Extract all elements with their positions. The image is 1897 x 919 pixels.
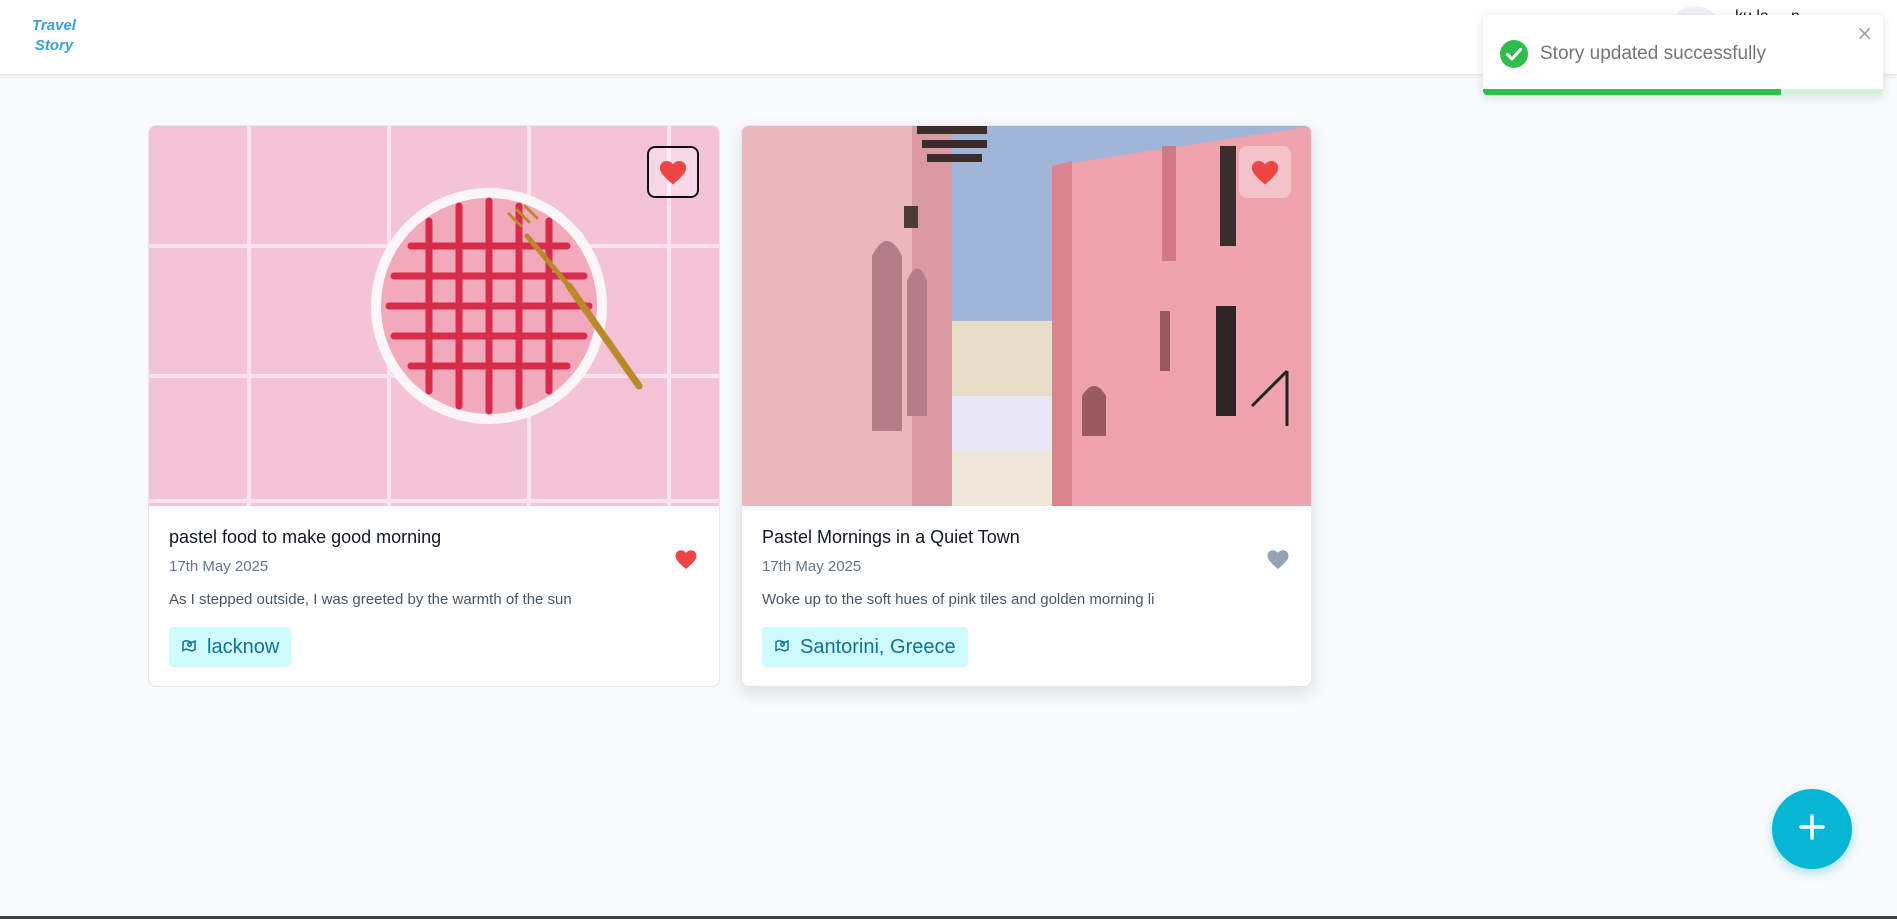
story-date: 17th May 2025 xyxy=(762,558,862,575)
story-image[interactable] xyxy=(742,126,1311,506)
logo[interactable]: Travel Story xyxy=(24,16,84,56)
favourite-toggle-button[interactable] xyxy=(647,146,699,198)
story-card-body: pastel food to make good morning 17th Ma… xyxy=(169,506,699,686)
location-label: lacknow xyxy=(207,635,280,658)
favourite-toggle-button[interactable] xyxy=(1239,146,1291,198)
location-chip[interactable]: Santorini, Greece xyxy=(762,627,968,667)
heart-icon xyxy=(1266,548,1290,574)
heart-icon xyxy=(1250,158,1280,186)
story-card[interactable]: Pastel Mornings in a Quiet Town 17th May… xyxy=(741,125,1312,687)
heart-icon xyxy=(658,158,688,186)
plus-icon xyxy=(1797,812,1827,846)
logo-line-2: Story xyxy=(34,37,74,54)
map-icon xyxy=(774,636,790,659)
map-icon xyxy=(181,636,197,659)
toast-message: Story updated successfully xyxy=(1540,43,1767,64)
favourite-button[interactable] xyxy=(673,548,699,574)
favourite-button[interactable] xyxy=(1265,548,1291,574)
logo-line-1: Travel xyxy=(32,17,76,34)
check-circle-icon xyxy=(1500,40,1528,68)
story-title: pastel food to make good morning xyxy=(169,527,442,547)
story-date: 17th May 2025 xyxy=(169,558,269,575)
story-card[interactable]: pastel food to make good morning 17th Ma… xyxy=(148,125,720,687)
location-label: Santorini, Greece xyxy=(800,635,956,658)
toast-progress-track xyxy=(1483,89,1883,95)
story-image[interactable] xyxy=(149,126,719,506)
toast-close-button[interactable]: × xyxy=(1856,21,1873,45)
success-toast: Story updated successfully × xyxy=(1483,15,1883,95)
location-chip[interactable]: lacknow xyxy=(169,627,292,667)
toast-progress-bar xyxy=(1483,89,1781,95)
heart-icon xyxy=(674,548,698,574)
story-excerpt: As I stepped outside, I was greeted by t… xyxy=(169,591,572,608)
story-card-body: Pastel Mornings in a Quiet Town 17th May… xyxy=(762,506,1291,686)
story-excerpt: Woke up to the soft hues of pink tiles a… xyxy=(762,591,1155,608)
add-story-button[interactable] xyxy=(1772,789,1852,869)
story-title: Pastel Mornings in a Quiet Town xyxy=(762,527,1020,547)
